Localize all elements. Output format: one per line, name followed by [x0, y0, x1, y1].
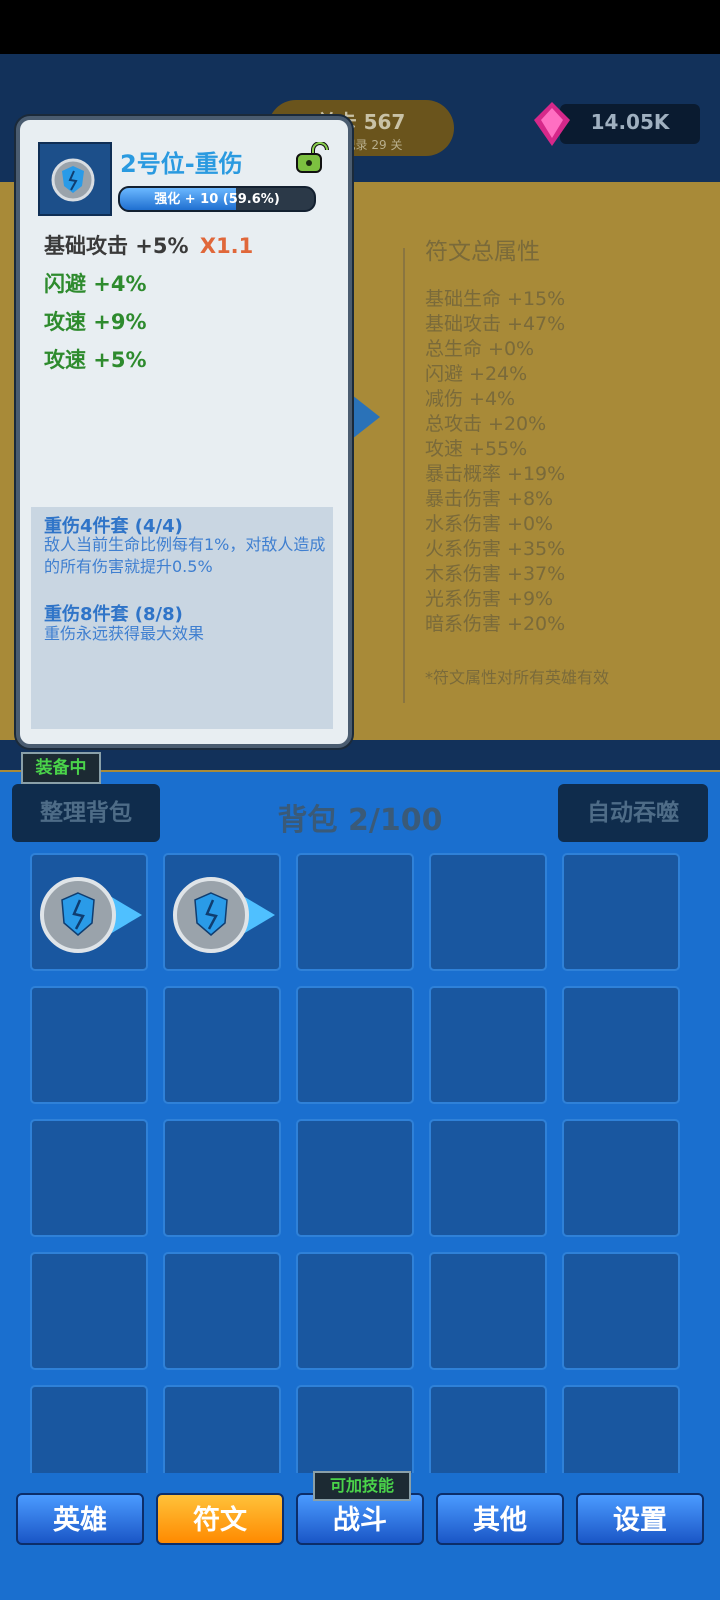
equipped-tag: 装备中: [21, 752, 101, 784]
runes-total-line: 基础攻击 +47%: [425, 313, 566, 335]
bag-slot[interactable]: [296, 986, 414, 1104]
runes-total-line: 水系伤害 +0%: [425, 513, 554, 535]
bag-slot[interactable]: [163, 1385, 281, 1473]
set-bonus-desc: 敌人当前生命比例每有1%，对敌人造成的所有伤害就提升0.5%: [44, 535, 326, 576]
bag-slot[interactable]: [562, 986, 680, 1104]
runes-total-line: 暗系伤害 +20%: [425, 613, 566, 635]
nav-settings[interactable]: 设置: [576, 1493, 704, 1545]
bag-slot[interactable]: [429, 1119, 547, 1237]
runes-total-line: 总攻击 +20%: [425, 413, 547, 435]
rune-title: 2号位-重伤: [120, 150, 243, 178]
shield-icon: [173, 877, 275, 953]
bag-slot[interactable]: [562, 1385, 680, 1473]
runes-total-line: 减伤 +4%: [425, 388, 516, 410]
bag-slot[interactable]: [562, 1119, 680, 1237]
nav-runes[interactable]: 符文: [156, 1493, 284, 1545]
stat-multiplier: X1.1: [199, 234, 254, 258]
stat-line: 攻速 +5%: [44, 348, 147, 372]
stat-line: 闪避 +4%: [44, 272, 147, 296]
runes-total-line: 攻速 +55%: [425, 438, 528, 460]
rune-icon: [38, 142, 112, 216]
gem-amount: 14.05K: [590, 110, 670, 134]
runes-total-line: 暴击伤害 +8%: [425, 488, 554, 510]
stat-text: 基础攻击 +5%: [44, 234, 189, 258]
runes-total-list: 基础生命 +15% 基础攻击 +47% 总生命 +0% 闪避 +24% 减伤 +4% 总攻…: [425, 287, 565, 637]
bag-slot[interactable]: [296, 1252, 414, 1370]
bag-slot[interactable]: [296, 853, 414, 971]
bag-slot[interactable]: [296, 1119, 414, 1237]
bag-slot[interactable]: [30, 1119, 148, 1237]
runes-total-line: 火系伤害 +35%: [425, 538, 566, 560]
nav-other[interactable]: 其他: [436, 1493, 564, 1545]
runes-total-line: 木系伤害 +37%: [425, 563, 566, 585]
bag-slot[interactable]: [562, 853, 680, 971]
bag-slot[interactable]: [163, 1252, 281, 1370]
bag-slot[interactable]: [429, 1385, 547, 1473]
bag-slot[interactable]: [30, 853, 148, 971]
bag-slot[interactable]: [30, 1252, 148, 1370]
stat-line: 基础攻击 +5% X1.1: [44, 230, 253, 260]
shield-icon: [51, 158, 95, 202]
bag-slot[interactable]: [562, 1252, 680, 1370]
bag-slot[interactable]: [429, 853, 547, 971]
bag-slot[interactable]: [30, 1385, 148, 1473]
enhance-label: 强化 + 10 (59.6%): [154, 192, 280, 207]
runes-total-line: 总生命 +0%: [425, 338, 535, 360]
nav-heroes[interactable]: 英雄: [16, 1493, 144, 1545]
chevron-right-icon[interactable]: [352, 395, 380, 439]
runes-total-line: 基础生命 +15%: [425, 288, 566, 310]
bag-slot[interactable]: [429, 986, 547, 1104]
status-bar: [0, 0, 720, 54]
bag-slot[interactable]: [296, 1385, 414, 1473]
runes-note: *符文属性对所有英雄有效: [425, 668, 610, 687]
stat-line: 攻速 +9%: [44, 310, 147, 334]
bag-slot[interactable]: [30, 986, 148, 1104]
bag-slot[interactable]: [163, 1119, 281, 1237]
bag-grid: [0, 853, 720, 1473]
bag-slot[interactable]: [163, 853, 281, 971]
runes-total-line: 闪避 +24%: [425, 363, 528, 385]
shield-icon: [40, 877, 142, 953]
runes-total-line: 暴击概率 +19%: [425, 463, 566, 485]
runes-total-title: 符文总属性: [425, 239, 540, 265]
skill-available-badge: 可加技能: [313, 1471, 411, 1501]
runes-total-line: 光系伤害 +9%: [425, 588, 554, 610]
unlock-icon[interactable]: [295, 142, 329, 174]
bag-slot[interactable]: [429, 1252, 547, 1370]
runes-divider: [403, 248, 405, 703]
set-bonus-desc: 重伤永远获得最大效果: [44, 624, 205, 643]
auto-devour-button[interactable]: 自动吞噬: [558, 784, 708, 842]
bag-slot[interactable]: [163, 986, 281, 1104]
